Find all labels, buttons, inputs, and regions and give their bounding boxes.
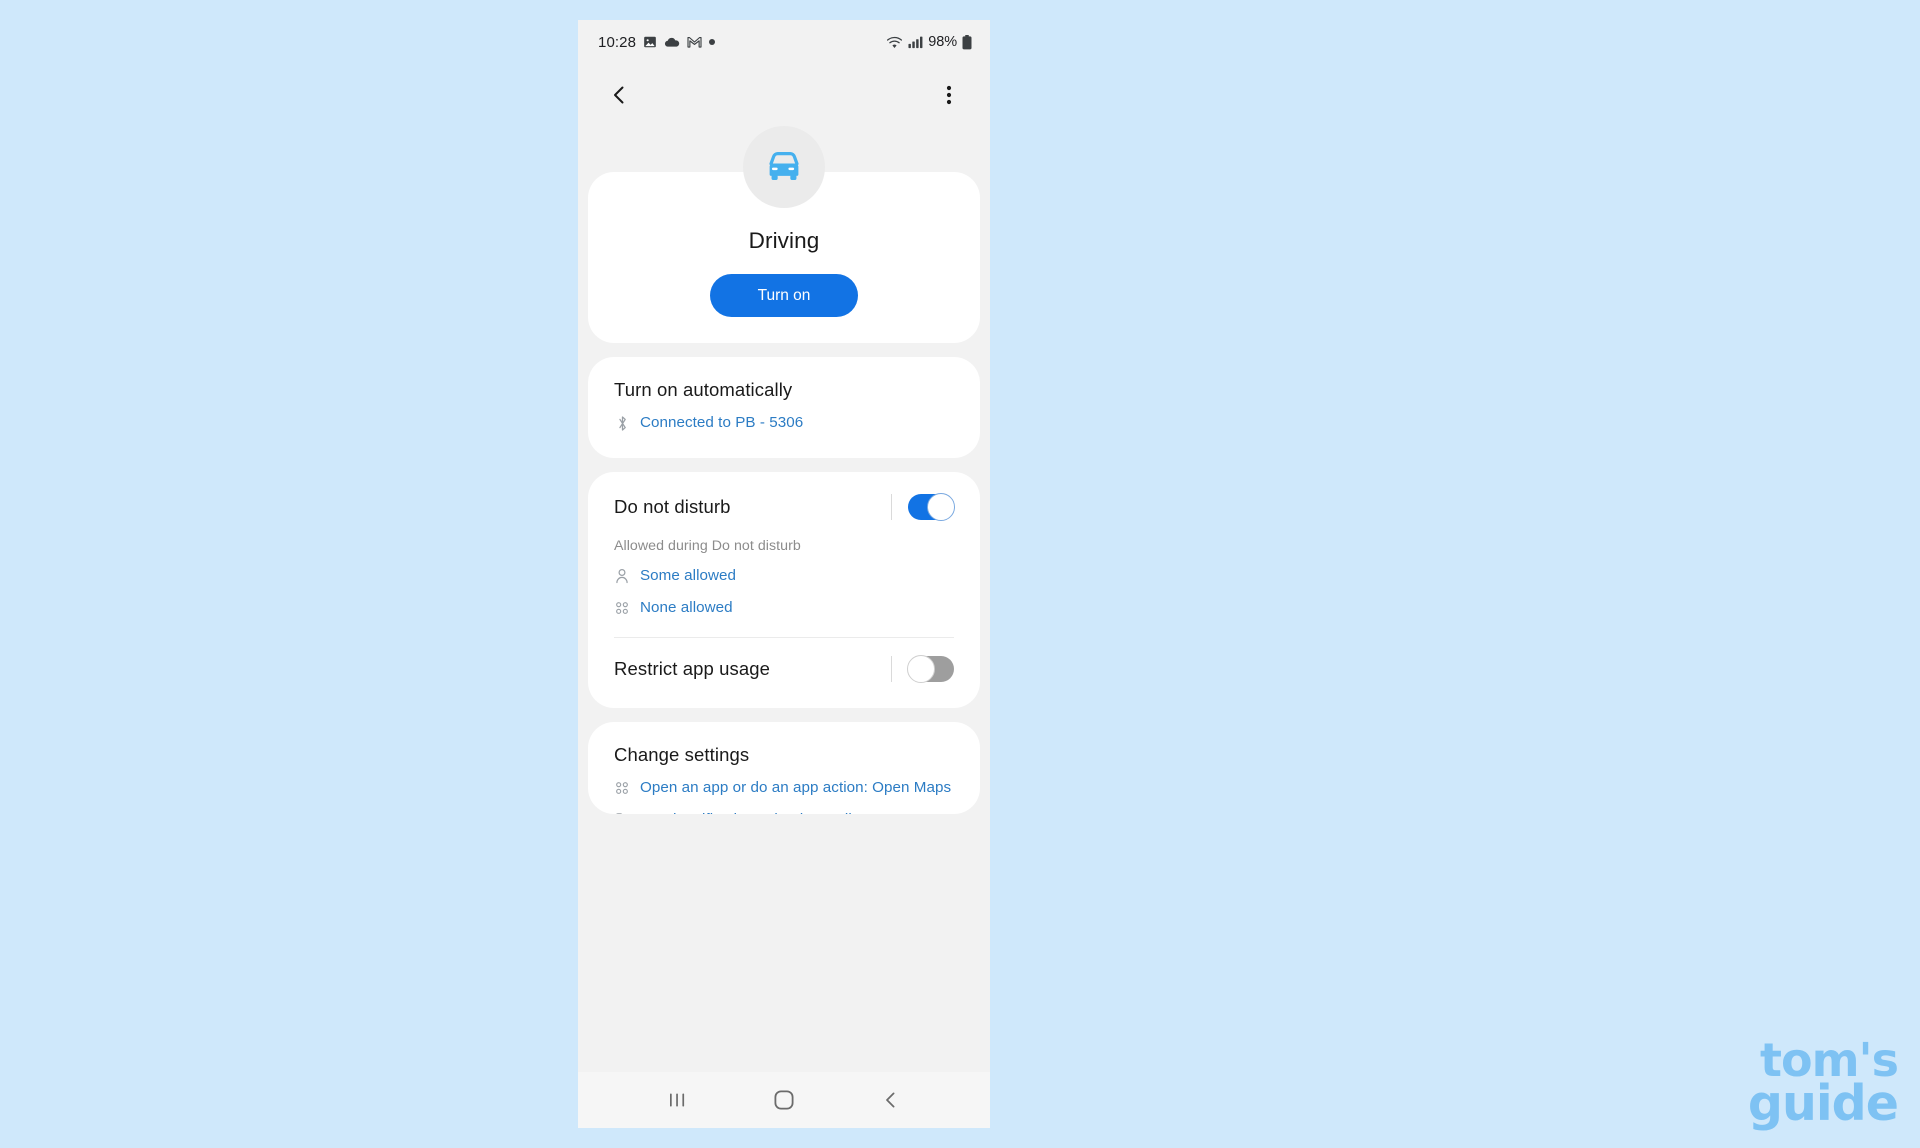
restrict-app-usage-row: Restrict app usage bbox=[614, 638, 954, 702]
dnd-item-label: Some allowed bbox=[640, 566, 736, 584]
status-bar: 10:28 98% bbox=[578, 20, 990, 64]
status-bar-left: 10:28 bbox=[598, 34, 886, 51]
bluetooth-icon bbox=[614, 413, 630, 433]
person-icon bbox=[614, 566, 630, 586]
toggle-divider bbox=[891, 655, 892, 682]
section-title-do-not-disturb: Do not disturb bbox=[614, 495, 731, 517]
change-setting-read-aloud[interactable]: Read notifications aloud: Gmail, Message… bbox=[614, 809, 954, 814]
home-icon bbox=[774, 1090, 794, 1110]
allowed-during-dnd-label: Allowed during Do not disturb bbox=[614, 537, 801, 554]
section-title-change-settings: Change settings bbox=[614, 743, 750, 765]
phone-screen: 10:28 98% Driving Turn on Turn on automa… bbox=[578, 20, 990, 1128]
cellular-signal-icon bbox=[908, 36, 923, 49]
recents-icon bbox=[670, 1093, 685, 1107]
apps-grid-icon bbox=[614, 778, 630, 798]
overflow-menu-button[interactable] bbox=[930, 76, 968, 114]
auto-condition-label: Connected to PB - 5306 bbox=[640, 414, 804, 431]
recents-button[interactable] bbox=[653, 1076, 701, 1124]
battery-full-icon bbox=[962, 34, 972, 49]
change-setting-label: Read notifications aloud: Gmail, Message… bbox=[640, 809, 954, 813]
auto-condition-bluetooth[interactable]: Connected to PB - 5306 bbox=[614, 412, 954, 434]
nav-back-icon bbox=[885, 1092, 895, 1108]
wifi-icon bbox=[887, 36, 903, 48]
do-not-disturb-toggle[interactable] bbox=[908, 492, 955, 521]
toms-guide-watermark: tom's guide bbox=[1747, 1036, 1899, 1132]
restrict-app-usage-label: Restrict app usage bbox=[614, 657, 771, 679]
section-title-turn-on-automatically: Turn on automatically bbox=[614, 379, 793, 400]
restrict-app-usage-toggle-area bbox=[891, 654, 954, 683]
apps-grid-icon bbox=[614, 598, 630, 618]
nav-back-button[interactable] bbox=[867, 1076, 915, 1124]
home-button[interactable] bbox=[760, 1076, 808, 1124]
turn-on-button[interactable]: Turn on bbox=[710, 274, 858, 317]
dot-icon bbox=[709, 39, 716, 45]
car-icon bbox=[769, 151, 799, 180]
change-setting-open-app[interactable]: Open an app or do an app action: Open Ma… bbox=[614, 777, 954, 799]
change-setting-label: Open an app or do an app action: Open Ma… bbox=[640, 778, 952, 796]
change-settings-card: Change settings Open an app or do an app… bbox=[588, 721, 980, 814]
dnd-some-allowed[interactable]: Some allowed bbox=[614, 565, 954, 587]
driving-hero-card: Driving Turn on bbox=[588, 126, 980, 343]
toggle-knob bbox=[927, 492, 955, 521]
watermark-line-2: guide bbox=[1747, 1074, 1899, 1132]
android-navigation-bar bbox=[578, 1072, 990, 1128]
chevron-left-icon bbox=[614, 86, 624, 104]
turn-on-automatically-card: Turn on automatically Connected to PB - … bbox=[588, 357, 980, 458]
cloud-icon bbox=[664, 37, 680, 47]
read-aloud-icon bbox=[614, 810, 630, 814]
gmail-icon bbox=[687, 36, 702, 48]
back-button[interactable] bbox=[600, 76, 638, 114]
do-not-disturb-row: Do not disturb bbox=[614, 492, 955, 521]
toggle-divider bbox=[891, 493, 892, 520]
status-clock: 10:28 bbox=[598, 33, 637, 51]
toggle-knob bbox=[907, 654, 935, 683]
battery-percent-label: 98% bbox=[928, 34, 957, 50]
photo-icon bbox=[644, 36, 656, 48]
app-bar bbox=[578, 64, 990, 126]
overflow-menu-icon bbox=[946, 85, 952, 105]
car-icon-badge bbox=[743, 126, 825, 208]
do-not-disturb-card: Do not disturb Allowed during Do not dis… bbox=[588, 471, 980, 708]
dnd-none-allowed[interactable]: None allowed bbox=[614, 597, 954, 619]
do-not-disturb-toggle-area bbox=[891, 492, 955, 521]
status-bar-right: 98% bbox=[886, 34, 972, 50]
dnd-item-label: None allowed bbox=[640, 599, 733, 617]
restrict-app-usage-toggle[interactable] bbox=[907, 654, 954, 683]
